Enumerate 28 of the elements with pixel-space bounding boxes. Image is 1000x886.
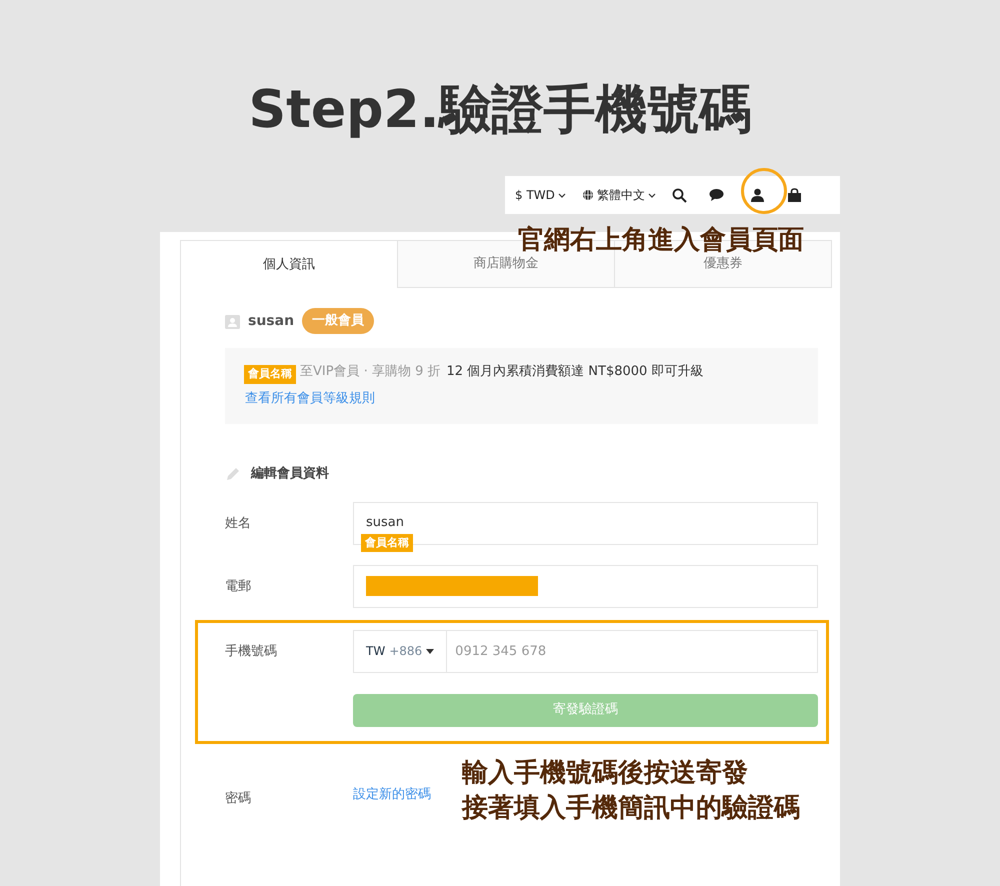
annotation-tag: 會員名稱 — [244, 365, 296, 384]
caret-icon — [426, 648, 434, 654]
section-heading: 編輯會員資料 — [251, 465, 329, 483]
annotation-tag: 會員名稱 — [361, 534, 413, 552]
email-field[interactable] — [353, 564, 818, 608]
currency-selector[interactable]: $ TWD — [515, 186, 566, 204]
upgrade-benefit-text: 至VIP會員 · 享購物 9 折 — [300, 364, 440, 379]
pencil-icon — [225, 466, 241, 482]
field-label: 密碼 — [225, 790, 252, 808]
upgrade-condition-text: 12 個月內累積消費額達 NT$8000 即可升級 — [446, 364, 704, 379]
country-code-selector[interactable]: TW +886 — [354, 630, 448, 672]
page-title: Step2.驗證手機號碼 — [248, 79, 752, 142]
caret-icon — [558, 192, 566, 198]
field-label: 姓名 — [225, 514, 252, 532]
caret-icon — [648, 192, 656, 198]
field-label: 手機號碼 — [225, 642, 278, 660]
annotation-text: 輸入手機號碼後按送寄發 接著填入手機簡訊中的驗證碼 — [462, 757, 800, 825]
member-level-badge: 一般會員 — [302, 308, 374, 334]
globe-icon — [582, 189, 594, 201]
phone-field[interactable]: TW +886 0912 345 678 — [353, 630, 818, 672]
contact-card-icon — [225, 314, 240, 328]
shopping-bag-icon[interactable] — [786, 188, 802, 202]
field-label: 電郵 — [225, 578, 252, 596]
search-icon[interactable] — [672, 188, 687, 202]
language-selector[interactable]: 繁體中文 — [582, 186, 656, 204]
chat-bubble-icon[interactable] — [708, 188, 724, 202]
member-name: susan — [248, 312, 294, 330]
user-icon[interactable] — [750, 188, 765, 202]
